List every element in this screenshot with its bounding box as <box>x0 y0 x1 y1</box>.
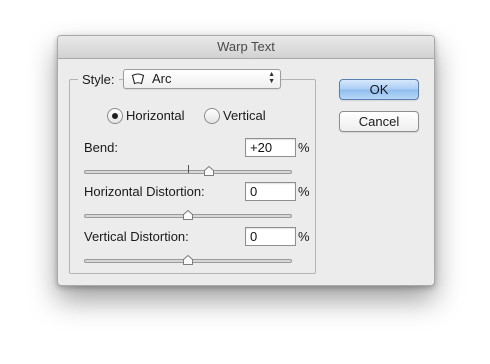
warp-text-dialog: Warp Text Style: Arc ▲ ▼ Horizontal Verti… <box>57 35 435 286</box>
bend-label: Bend: <box>84 140 118 155</box>
vertical-radio-label: Vertical <box>223 108 266 123</box>
horizontal-distortion-slider[interactable] <box>84 209 292 223</box>
style-label: Style: <box>78 71 119 89</box>
bend-unit: % <box>298 140 310 155</box>
dialog-title: Warp Text <box>58 36 434 59</box>
bend-slider[interactable] <box>84 165 292 179</box>
vertical-distortion-label: Vertical Distortion: <box>84 229 189 244</box>
horizontal-distortion-label: Horizontal Distortion: <box>84 184 205 199</box>
horizontal-distortion-unit: % <box>298 184 310 199</box>
bend-input[interactable] <box>245 138 296 157</box>
bend-slider-center-tick <box>188 165 189 173</box>
vertical-radio[interactable]: Vertical <box>204 108 274 126</box>
cancel-button[interactable]: Cancel <box>339 111 419 132</box>
bend-slider-thumb[interactable] <box>203 166 214 176</box>
horizontal-radio-button[interactable] <box>107 108 123 124</box>
select-arrows-icon: ▲ ▼ <box>268 71 275 85</box>
horizontal-radio[interactable]: Horizontal <box>107 108 191 126</box>
vertical-distortion-unit: % <box>298 229 310 244</box>
vertical-distortion-slider-thumb[interactable] <box>183 255 193 265</box>
vertical-radio-button[interactable] <box>204 108 220 124</box>
arc-warp-shape-icon <box>131 73 145 85</box>
style-select-value: Arc <box>152 71 172 86</box>
style-select[interactable]: Arc ▲ ▼ <box>123 69 281 89</box>
vertical-distortion-input[interactable] <box>245 227 296 246</box>
vertical-distortion-slider[interactable] <box>84 254 292 268</box>
horizontal-radio-label: Horizontal <box>126 108 185 123</box>
horizontal-distortion-slider-thumb[interactable] <box>183 210 193 220</box>
horizontal-distortion-input[interactable] <box>245 182 296 201</box>
ok-button[interactable]: OK <box>339 79 419 100</box>
